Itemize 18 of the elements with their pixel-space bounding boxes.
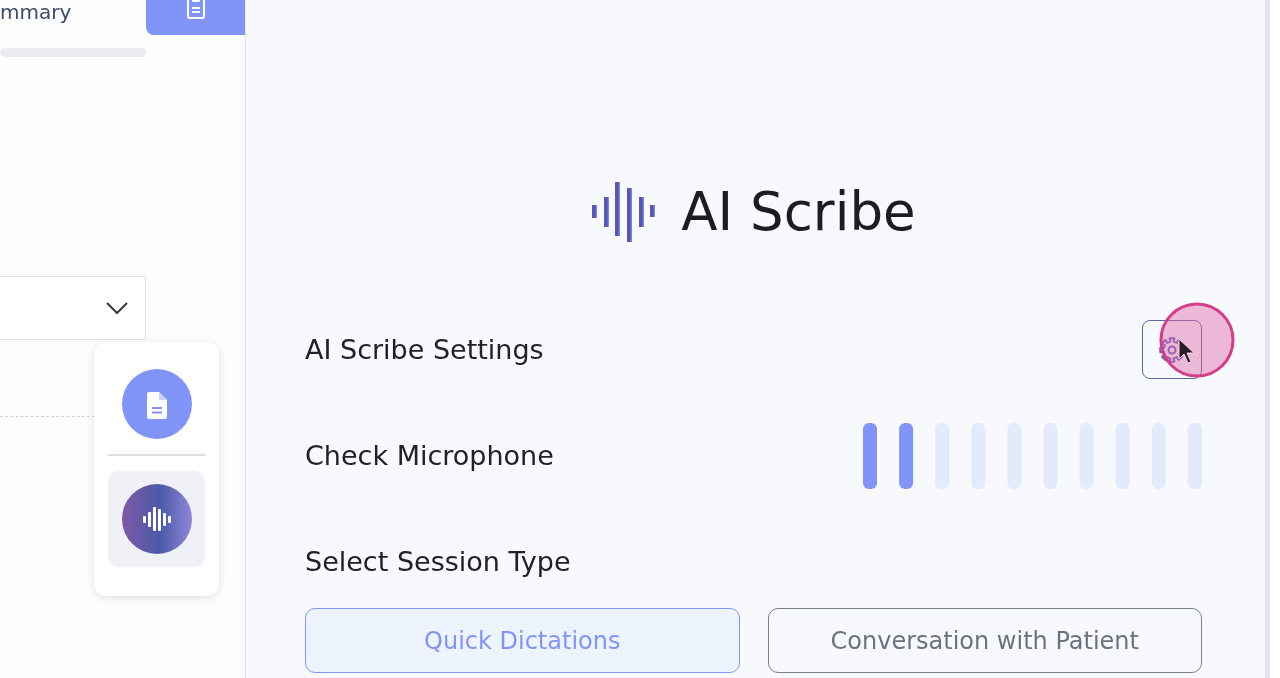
cursor-icon bbox=[1178, 338, 1195, 364]
click-highlight-icon bbox=[1159, 302, 1235, 378]
session-option[interactable]: Conversation with Patient bbox=[767, 608, 1202, 673]
settings-label: AI Scribe Settings bbox=[305, 333, 544, 366]
session-type-label: Select Session Type bbox=[305, 546, 571, 578]
waveform-icon bbox=[121, 484, 192, 554]
document-icon bbox=[121, 369, 192, 439]
waveform-logo-icon bbox=[591, 182, 658, 242]
dropdown-field[interactable] bbox=[0, 276, 146, 340]
notes-tab[interactable] bbox=[146, 0, 245, 35]
session-option[interactable]: Quick Dictations bbox=[305, 608, 740, 673]
tab-label: mmary bbox=[0, 0, 72, 24]
app-title: AI Scribe bbox=[681, 182, 916, 242]
microphone-label: Check Microphone bbox=[305, 440, 554, 472]
tool-button[interactable] bbox=[108, 471, 205, 567]
chevron-down-icon bbox=[106, 301, 128, 315]
clipboard-icon bbox=[185, 0, 206, 20]
settings-icon bbox=[1158, 335, 1186, 364]
